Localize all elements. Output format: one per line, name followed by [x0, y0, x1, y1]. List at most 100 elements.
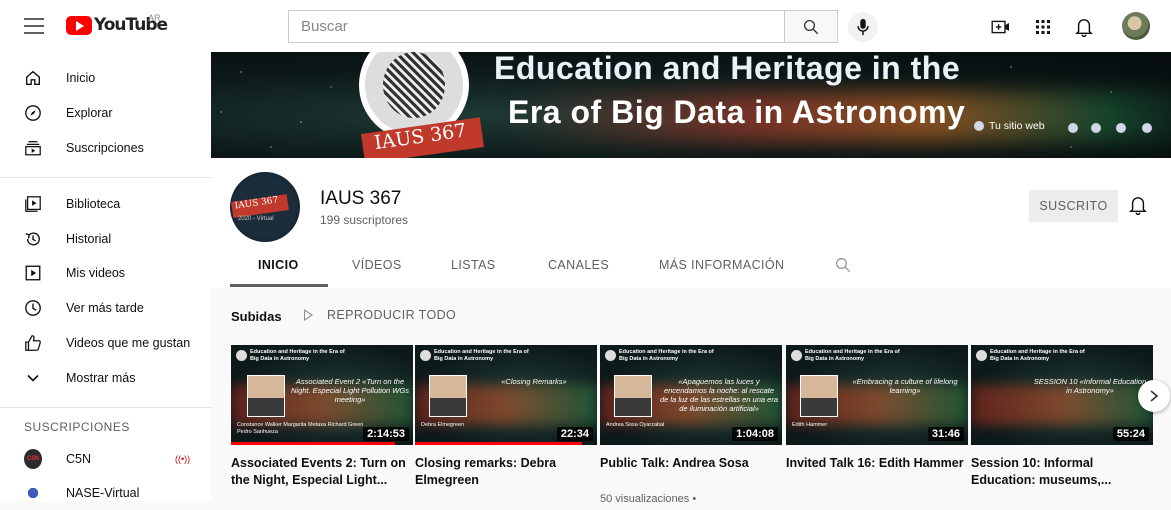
- video-title[interactable]: Invited Talk 16: Edith Hammer: [786, 455, 968, 489]
- sidebar-item-show-more[interactable]: Mostrar más: [0, 361, 211, 395]
- speaker-photo: [800, 375, 838, 417]
- globe-icon: [974, 121, 984, 131]
- banner-title-line2: Era of Big Data in Astronomy: [508, 94, 966, 130]
- sidebar-subscription-nase[interactable]: NASE-Virtual: [0, 476, 211, 510]
- video-title[interactable]: Associated Events 2: Turn on the Night, …: [231, 455, 413, 489]
- sidebar-item-label: Suscripciones: [66, 141, 144, 155]
- subscriber-count: 199 suscriptores: [320, 213, 409, 227]
- video-title[interactable]: Closing remarks: Debra Elmegreen: [415, 455, 597, 489]
- video-title[interactable]: Public Talk: Andrea Sosa: [600, 455, 782, 489]
- apps-button[interactable]: [1032, 16, 1054, 38]
- live-icon: ((•)): [175, 454, 191, 464]
- video-duration: 31:46: [927, 427, 964, 441]
- channel-avatar[interactable]: IAUS 367 2020 - Virtual: [230, 172, 300, 242]
- video-card[interactable]: Education and Heritage in the Era of Big…: [231, 345, 413, 493]
- subscriptions-header: SUSCRIPCIONES: [24, 420, 130, 434]
- tab-videos[interactable]: VÍDEOS: [352, 258, 402, 272]
- thumbnail-talk-title: «Embracing a culture of lifelong learnin…: [852, 377, 958, 395]
- video-card[interactable]: Education and Heritage in the Era of Big…: [786, 345, 968, 493]
- section-title: Subidas: [231, 309, 282, 324]
- subscriptions-icon: [24, 139, 42, 157]
- tab-about[interactable]: MÁS INFORMACIÓN: [659, 258, 784, 272]
- my-videos-icon: [24, 264, 42, 282]
- watch-progress-bar: [231, 442, 395, 445]
- sidebar-item-history[interactable]: Historial: [0, 222, 211, 256]
- nase-channel-avatar: [24, 484, 42, 502]
- video-duration: 1:04:08: [732, 427, 778, 441]
- video-card[interactable]: Education and Heritage in the Era of Big…: [971, 345, 1153, 493]
- video-card[interactable]: Education and Heritage in the Era of Big…: [415, 345, 597, 493]
- tab-channels[interactable]: CANALES: [548, 258, 609, 272]
- bell-icon: [1129, 197, 1147, 216]
- thumbnail-speaker: Constance Walker Margarita Metaxa Richar…: [237, 422, 364, 435]
- sidebar-item-label: C5N: [66, 452, 92, 466]
- thumbnail-talk-title: Associated Event 2 «Turn on the Night. E…: [291, 377, 409, 404]
- sidebar-item-my-videos[interactable]: Mis videos: [0, 256, 211, 290]
- video-card[interactable]: Education and Heritage in the Era of Big…: [600, 345, 782, 505]
- thumbnail-logo: [791, 350, 802, 361]
- tab-playlists[interactable]: LISTAS: [451, 258, 496, 272]
- thumbnail-header: Education and Heritage in the Era of Big…: [990, 349, 1085, 362]
- search-input[interactable]: Buscar: [288, 10, 784, 43]
- thumbnail-header: Education and Heritage in the Era of Big…: [434, 349, 529, 362]
- sidebar-item-label: Mostrar más: [66, 371, 136, 385]
- user-avatar[interactable]: [1122, 12, 1150, 40]
- video-thumbnail[interactable]: Education and Heritage in the Era of Big…: [231, 345, 413, 445]
- social-link-icon[interactable]: [1068, 123, 1078, 133]
- subscribed-button[interactable]: SUSCRITO: [1029, 190, 1118, 222]
- create-video-button[interactable]: [990, 16, 1012, 38]
- play-all-label: REPRODUCIR TODO: [327, 308, 457, 322]
- notifications-button[interactable]: [1073, 16, 1095, 38]
- menu-icon[interactable]: [24, 18, 44, 34]
- social-link-icon[interactable]: [1091, 123, 1101, 133]
- speaker-photo: [429, 375, 467, 417]
- watch-progress-bar: [415, 442, 583, 445]
- thumbnail-header: Education and Heritage in the Era of Big…: [619, 349, 714, 362]
- sidebar-item-label: Ver más tarde: [66, 301, 144, 315]
- voice-search-button[interactable]: [848, 12, 878, 42]
- shelf-next-button[interactable]: [1138, 380, 1170, 412]
- banner-website-link[interactable]: Tu sitio web: [974, 120, 1045, 132]
- social-link-icon[interactable]: [1142, 123, 1152, 133]
- thumbnail-header: Education and Heritage in the Era of Big…: [805, 349, 900, 362]
- c5n-channel-avatar: C5N: [24, 449, 42, 469]
- sidebar-item-subscriptions[interactable]: Suscripciones: [0, 131, 211, 165]
- tab-home[interactable]: INICIO: [258, 258, 299, 272]
- sidebar-item-library[interactable]: Biblioteca: [0, 187, 211, 221]
- video-thumbnail[interactable]: Education and Heritage in the Era of Big…: [971, 345, 1153, 445]
- sidebar-divider: [0, 177, 211, 178]
- thumbnail-speaker: Edith Hammer: [792, 422, 828, 428]
- sidebar-item-liked-videos[interactable]: Videos que me gustan: [0, 326, 211, 360]
- sidebar-item-label: NASE-Virtual: [66, 486, 140, 500]
- channel-banner: IAUS 367 Education and Heritage in the E…: [211, 52, 1171, 158]
- sidebar-item-watch-later[interactable]: Ver más tarde: [0, 291, 211, 325]
- speaker-photo: [614, 375, 652, 417]
- sidebar: Inicio Explorar Suscripciones Biblioteca…: [0, 52, 211, 502]
- thumbnail-talk-title: SESSION 10 «Informal Education in Astron…: [1033, 377, 1147, 395]
- video-thumbnail[interactable]: Education and Heritage in the Era of Big…: [415, 345, 597, 445]
- thumbnail-speaker: Debra Elmegreen: [421, 422, 465, 428]
- thumbnail-header: Education and Heritage in the Era of Big…: [250, 349, 345, 362]
- video-title[interactable]: Session 10: Informal Education: museums,…: [971, 455, 1153, 489]
- region-label: AR: [148, 13, 161, 23]
- sidebar-item-home[interactable]: Inicio: [0, 61, 211, 95]
- sidebar-item-explore[interactable]: Explorar: [0, 96, 211, 130]
- sidebar-subscription-c5n[interactable]: C5N C5N ((•)): [0, 442, 211, 476]
- social-link-icon[interactable]: [1116, 123, 1126, 133]
- search-icon: [803, 19, 819, 34]
- thumbnail-logo: [420, 350, 431, 361]
- channel-name: IAUS 367: [320, 188, 402, 209]
- channel-notifications-button[interactable]: [1129, 195, 1149, 217]
- video-thumbnail[interactable]: Education and Heritage in the Era of Big…: [786, 345, 968, 445]
- video-thumbnail[interactable]: Education and Heritage in the Era of Big…: [600, 345, 782, 445]
- video-meta: 50 visualizaciones •: [600, 493, 697, 505]
- channel-search-button[interactable]: [834, 256, 852, 274]
- search-button[interactable]: [784, 10, 838, 43]
- thumbnail-logo: [976, 350, 987, 361]
- sidebar-item-label: Historial: [66, 232, 112, 246]
- play-all-button[interactable]: REPRODUCIR TODO: [304, 308, 456, 322]
- channel-avatar-tag: IAUS 367: [231, 194, 289, 218]
- youtube-logo[interactable]: YouTube AR: [66, 13, 168, 35]
- video-duration: 55:24: [1112, 427, 1149, 441]
- bell-icon: [1075, 19, 1093, 37]
